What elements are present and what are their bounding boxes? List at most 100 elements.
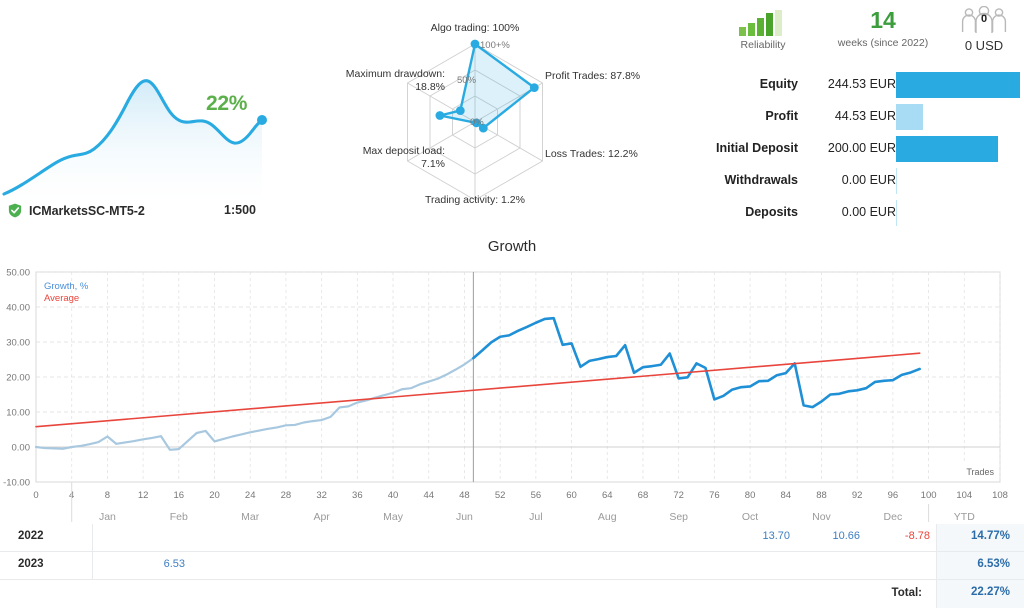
- x-tick-label: 28: [281, 490, 292, 501]
- kpi-row: Reliability 14 weeks (since 2022) 0 0 US…: [690, 6, 1024, 64]
- month-label: Jan: [99, 511, 116, 522]
- table-total-row: Total: 22.27%: [0, 580, 1024, 608]
- balance-bar-track: [896, 136, 1020, 162]
- x-tick-label: 48: [459, 490, 470, 501]
- people-icon: 0: [944, 6, 1024, 36]
- balance-row-deposits: Deposits 0.00 EUR: [690, 198, 1024, 230]
- table-year-label: 2022: [18, 530, 44, 542]
- x-tick-label: 64: [602, 490, 613, 501]
- balance-row-equity: Equity 244.53 EUR: [690, 70, 1024, 102]
- x-tick-label: 24: [245, 490, 256, 501]
- x-tick-label: 108: [992, 490, 1008, 501]
- column-divider: [92, 524, 93, 551]
- x-tick-label: 16: [174, 490, 185, 501]
- y-tick-label: 20.00: [6, 373, 30, 384]
- x-tick-label: 44: [423, 490, 434, 501]
- balance-bar-fill: [896, 200, 897, 226]
- growth-chart-plot: -10.00 0.00 10.00 20.00 30.00 40.00 50.00 0 48 12…: [3, 268, 1008, 522]
- x-tick-label: 20: [209, 490, 220, 501]
- y-tick-label: 10.00: [6, 408, 30, 419]
- table-month-value: 13.70: [762, 530, 790, 542]
- x-tick-label: 60: [566, 490, 577, 501]
- reliability-bars-icon: [708, 6, 818, 36]
- radar-label-trading-activity: Trading activity: 1.2%: [425, 194, 525, 206]
- account-age-weeks: 14: [870, 7, 896, 33]
- balance-bar-fill: [896, 72, 1020, 98]
- balance-bar-fill: [896, 104, 924, 130]
- table-month-value: -8.78: [904, 530, 930, 542]
- x-tick-label: 76: [709, 490, 720, 501]
- growth-percent-label: 22%: [206, 92, 248, 115]
- radar-label-algo-trading: Algo trading: 100%: [430, 22, 520, 34]
- y-tick-label: 40.00: [6, 303, 30, 314]
- radar-label-profit-trades: Profit Trades: 87.8%: [545, 70, 641, 82]
- table-ytd-value: 6.53%: [977, 558, 1010, 570]
- column-divider: [92, 552, 93, 579]
- x-tick-label: 0: [33, 490, 38, 501]
- reliability-caption: Reliability: [740, 39, 786, 51]
- x-tick-label: 52: [495, 490, 506, 501]
- radar-chart-panel: 100+% 50% 0% Algo trading: 100% Maximum …: [300, 0, 690, 235]
- month-label: Mar: [241, 511, 260, 522]
- balance-label: Profit: [765, 109, 798, 123]
- column-divider: [936, 524, 937, 551]
- balance-row-withdrawals: Withdrawals 0.00 EUR: [690, 166, 1024, 198]
- radar-label-loss-trades: Loss Trades: 12.2%: [545, 148, 638, 160]
- balance-bar-fill: [896, 136, 998, 162]
- x-tick-label: 56: [531, 490, 542, 501]
- radar-label-max-drawdown: Maximum drawdown: 18.8%: [345, 68, 445, 93]
- x-tick-label: 104: [956, 490, 972, 501]
- broker-name: ICMarketsSC-MT5-2: [29, 203, 145, 218]
- y-tick-label: 50.00: [6, 268, 30, 279]
- radar-label-max-deposit-load: Max deposit load: 7.1%: [362, 145, 445, 170]
- kpi-account-age: 14 weeks (since 2022): [818, 6, 948, 49]
- account-stats-panel: Reliability 14 weeks (since 2022) 0 0 US…: [690, 0, 1024, 235]
- x-tick-label: 32: [316, 490, 327, 501]
- month-label: Feb: [170, 511, 188, 522]
- account-age-caption: weeks (since 2022): [837, 37, 929, 49]
- leverage-value: 1:500: [224, 203, 256, 217]
- balance-value: 200.00 EUR: [827, 141, 896, 155]
- x-axis-title: Trades: [966, 467, 994, 477]
- growth-chart-section: Growth -10.00 0.00 10.00 20.00 30.00 40.00 50.…: [0, 238, 1024, 522]
- x-tick-label: 68: [638, 490, 649, 501]
- x-tick-label: 12: [138, 490, 149, 501]
- x-tick-label: 100: [921, 490, 937, 501]
- shield-check-icon: [8, 203, 22, 218]
- x-tick-label: 72: [673, 490, 684, 501]
- month-label: Nov: [812, 511, 831, 522]
- balance-label: Deposits: [745, 205, 798, 219]
- balance-row-initial-deposit: Initial Deposit 200.00 EUR: [690, 134, 1024, 166]
- legend-average: Average: [44, 293, 79, 304]
- balance-bar-fill: [896, 168, 897, 194]
- sparkline-endpoint-dot: [257, 115, 267, 125]
- summary-header: 22% ICMarketsSC-MT5-2 1:500 100+% 50% 0%…: [0, 0, 1024, 235]
- x-tick-label: 88: [816, 490, 827, 501]
- balance-bar-track: [896, 168, 1020, 194]
- balance-bar-track: [896, 72, 1020, 98]
- growth-chart-title: Growth: [487, 238, 537, 255]
- account-sparkline-panel: 22% ICMarketsSC-MT5-2 1:500: [0, 0, 290, 235]
- balance-label: Withdrawals: [724, 173, 798, 187]
- account-sparkline-chart: [0, 55, 270, 205]
- month-label: Jul: [529, 511, 542, 522]
- kpi-subscribers: 0 0 USD: [944, 6, 1024, 53]
- table-row: 2023 6.53 6.53%: [0, 552, 1024, 580]
- total-label: Total:: [891, 587, 922, 599]
- table-row: 2022 13.70 10.66 -8.78 14.77%: [0, 524, 1024, 552]
- column-divider: [936, 580, 937, 608]
- balance-label: Equity: [759, 77, 798, 91]
- x-tick-label: 80: [745, 490, 756, 501]
- balance-bars-list: Equity 244.53 EUR Profit 44.53 EUR Initi…: [690, 70, 1024, 230]
- y-tick-label: 30.00: [6, 338, 30, 349]
- y-tick-label: 0.00: [12, 443, 31, 454]
- table-year-label: 2023: [18, 558, 44, 570]
- y-tick-label: -10.00: [3, 478, 30, 489]
- radar-inner-label-50: 50%: [457, 75, 477, 86]
- balance-value: 44.53 EUR: [834, 109, 896, 123]
- x-tick-label: 8: [105, 490, 110, 501]
- month-label: May: [383, 511, 404, 522]
- x-tick-label: 96: [888, 490, 899, 501]
- x-tick-label: 92: [852, 490, 863, 501]
- x-tick-label: 84: [780, 490, 791, 501]
